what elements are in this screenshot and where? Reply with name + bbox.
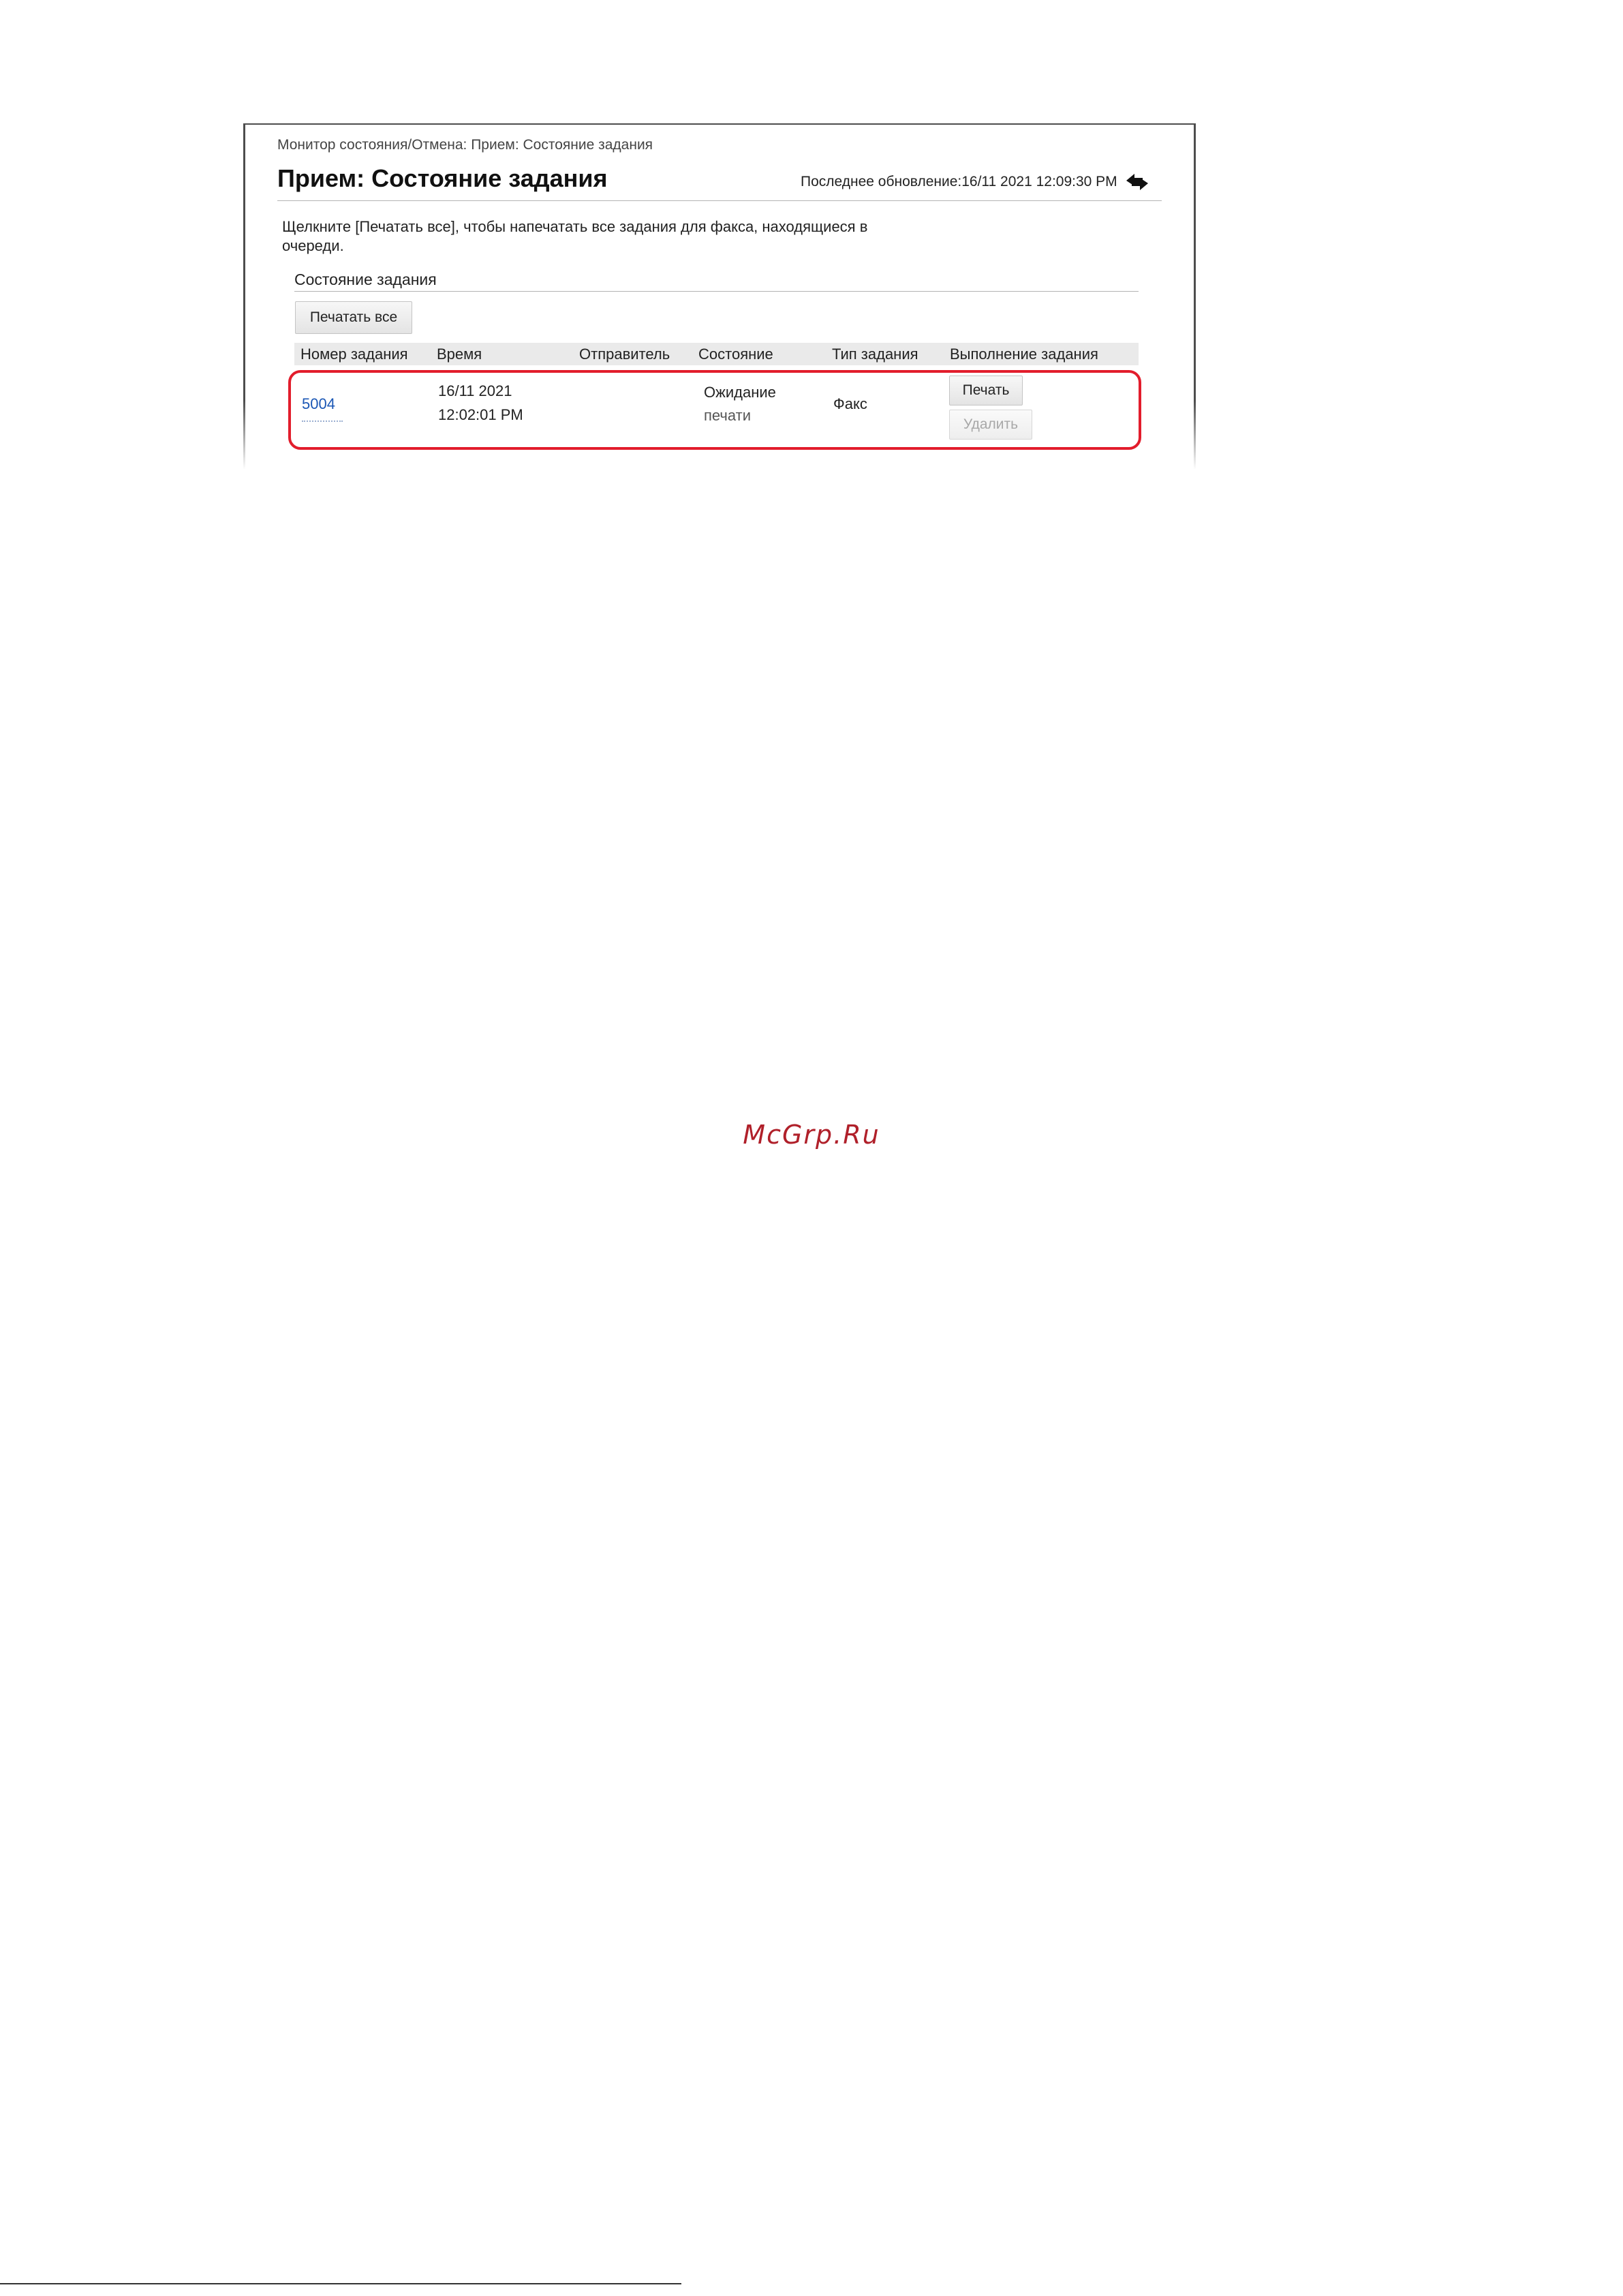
job-number-link[interactable]: 5004 [302, 395, 335, 412]
print-all-button[interactable]: Печатать все [295, 301, 412, 334]
screenshot-panel: Монитор состояния/Отмена: Прием: Состоян… [243, 123, 1196, 470]
job-time-clock: 12:02:01 PM [438, 406, 523, 423]
column-header-time: Время [437, 346, 482, 363]
refresh-arrows-icon[interactable] [1122, 167, 1152, 197]
job-status-section-title: Состояние задания [294, 271, 437, 288]
watermark-text: McGrp.Ru [743, 1120, 880, 1150]
job-link-underline [302, 420, 343, 422]
job-status-line1: Ожидание [704, 384, 776, 401]
job-status-line2: печати [704, 407, 751, 424]
job-number-cell: 5004 [302, 393, 335, 416]
column-header-job-actions: Выполнение задания [950, 346, 1098, 363]
job-type: Факс [833, 395, 867, 412]
last-update-text: Последнее обновление:16/11 2021 12:09:30… [801, 174, 1117, 189]
column-header-job-number: Номер задания [300, 346, 408, 363]
section-divider [294, 291, 1139, 292]
column-header-status: Состояние [698, 346, 773, 363]
page-title: Прием: Состояние задания [277, 164, 608, 192]
title-divider [277, 200, 1162, 201]
delete-job-button[interactable]: Удалить [949, 410, 1032, 440]
table-header: Номер задания Время Отправитель Состояни… [294, 343, 1139, 365]
breadcrumb: Монитор состояния/Отмена: Прием: Состоян… [277, 137, 653, 153]
job-time-date: 16/11 2021 [438, 382, 512, 399]
column-header-job-type: Тип задания [832, 346, 918, 363]
print-job-button[interactable]: Печать [949, 376, 1023, 405]
footnote-divider [0, 2283, 681, 2284]
column-header-sender: Отправитель [579, 346, 670, 363]
instruction-text: Щелкните [Печатать все], чтобы напечатат… [282, 218, 868, 254]
